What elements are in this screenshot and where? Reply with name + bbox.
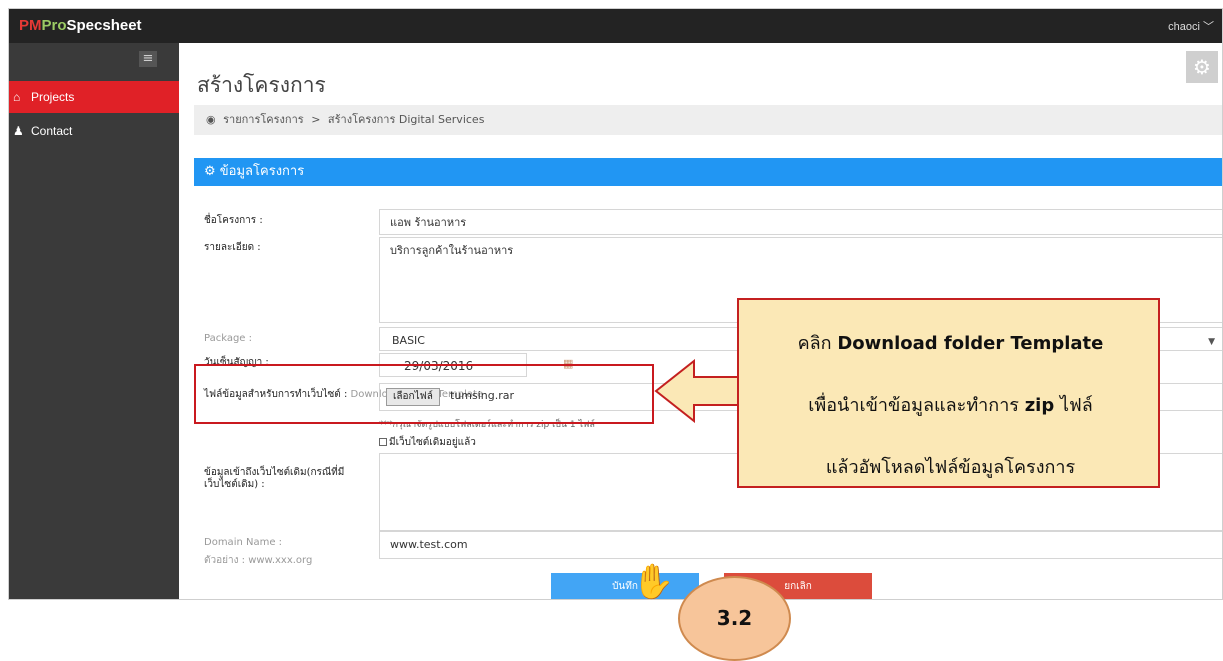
page-title: สร้างโครงการ <box>197 73 326 97</box>
hamburger-icon[interactable]: ≡ <box>139 51 157 67</box>
callout-line-2: เพื่อนำเข้าข้อมูลและทำการ zip ไฟล์ <box>739 390 1162 419</box>
domain-label-text: Domain Name : <box>204 537 283 548</box>
brand-pro: Pro <box>41 17 67 34</box>
instruction-callout: คลิก Download folder Template เพื่อนำเข้… <box>737 298 1160 488</box>
save-button[interactable]: บันทึก <box>551 573 699 599</box>
project-name-input[interactable]: แอพ ร้านอาหาร <box>379 209 1222 235</box>
domain-label: Domain Name : ตัวอย่าง : www.xxx.org <box>204 537 312 567</box>
existing-site-label: มีเว็บไซต์เดิมอยู่แล้ว <box>389 437 476 448</box>
sidebar-item-contact[interactable]: ♟ Contact <box>9 115 179 147</box>
package-label: Package : <box>204 333 252 344</box>
callout-line-2-prefix: เพื่อนำเข้าข้อมูลและทำการ <box>808 395 1025 416</box>
highlight-box <box>194 364 654 424</box>
callout-line-2-bold: zip <box>1024 395 1055 416</box>
breadcrumb-separator: > <box>311 113 321 126</box>
user-icon: ♟ <box>13 124 24 138</box>
callout-line-1: คลิก Download folder Template <box>739 328 1162 357</box>
sidebar-item-projects[interactable]: ⌂ Projects <box>9 81 179 113</box>
panel-title: ข้อมูลโครงการ <box>219 164 305 179</box>
breadcrumb-home[interactable]: รายการโครงการ <box>223 113 304 126</box>
settings-icon: ⚙ <box>204 164 216 179</box>
sidebar: ≡ ⌂ Projects ♟ Contact <box>9 43 179 599</box>
project-name-label: ชื่อโครงการ : <box>204 215 263 226</box>
callout-line-2-suffix: ไฟล์ <box>1054 395 1093 416</box>
domain-example: ตัวอย่าง : www.xxx.org <box>204 555 313 566</box>
callout-line-1-bold: Download folder Template <box>837 333 1104 354</box>
callout-arrow-icon <box>654 359 739 423</box>
gear-icon[interactable]: ⚙ <box>1186 51 1218 83</box>
user-menu[interactable]: chaoci ﹀ <box>1168 18 1214 34</box>
step-badge: 3.2 <box>678 576 791 661</box>
dropdown-arrow-icon: ▼ <box>1208 337 1215 347</box>
description-label: รายละเอียด : <box>204 242 261 253</box>
breadcrumb: ◉ รายการโครงการ > สร้างโครงการ Digital S… <box>194 105 1222 135</box>
dashboard-icon: ◉ <box>206 113 216 126</box>
brand-pm: PM <box>19 17 42 34</box>
callout-line-1-prefix: คลิก <box>797 333 838 354</box>
breadcrumb-current: สร้างโครงการ Digital Services <box>327 113 485 126</box>
panel-header: ⚙ ข้อมูลโครงการ <box>194 158 1222 186</box>
chevron-down-icon: ﹀ <box>1203 21 1214 33</box>
callout-line-3: แล้วอัพโหลดไฟล์ข้อมูลโครงการ <box>825 457 1076 478</box>
site-access-label: ข้อมูลเข้าถึงเว็บไซต์เดิม(กรณีที่มีเว็บไ… <box>204 467 345 490</box>
top-bar: PMProSpecsheet chaoci ﹀ <box>9 9 1222 43</box>
user-name: chaoci <box>1168 21 1200 33</box>
sidebar-item-label: Contact <box>31 124 73 138</box>
existing-site-checkbox[interactable] <box>379 438 387 446</box>
hand-pointer-icon: ✋ <box>632 562 675 602</box>
brand-specsheet: Specsheet <box>66 17 142 34</box>
existing-site-checkbox-row[interactable]: มีเว็บไซต์เดิมอยู่แล้ว <box>379 435 476 450</box>
package-value: BASIC <box>392 334 425 347</box>
home-icon: ⌂ <box>13 90 21 104</box>
domain-input[interactable]: www.test.com <box>379 531 1222 559</box>
sidebar-item-label: Projects <box>31 90 75 104</box>
brand-logo[interactable]: PMProSpecsheet <box>19 17 142 34</box>
